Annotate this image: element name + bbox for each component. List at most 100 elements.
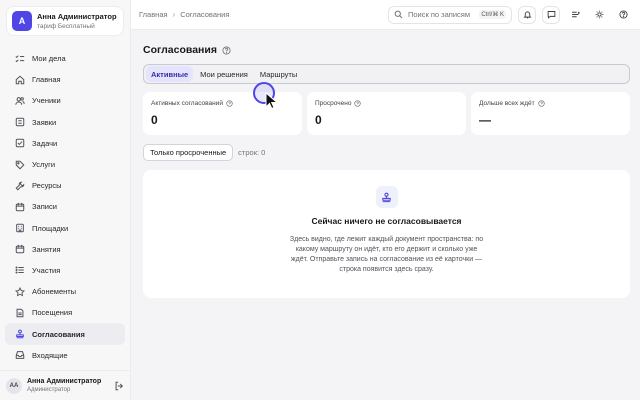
bell-icon	[522, 11, 532, 19]
sidebar-item-label: Занятия	[32, 244, 61, 254]
sidebar-item-label: Входящие	[32, 350, 68, 360]
stat-label: Просрочено	[315, 100, 352, 107]
sidebar-item-resources[interactable]: Ресурсы	[5, 175, 125, 196]
tab-routes[interactable]: Маршруты	[255, 66, 302, 82]
page-title: Согласования	[143, 44, 217, 56]
help-button[interactable]	[614, 5, 632, 24]
filter-row: Только просроченные строк: 0	[143, 144, 630, 161]
list-icon	[15, 265, 25, 275]
search-placeholder: Поиск по записям	[408, 10, 471, 19]
sidebar-item-label: Площадки	[32, 223, 69, 233]
list-icon	[15, 117, 25, 127]
tool-icon	[15, 181, 25, 191]
sidebar-item-label: Записи	[32, 202, 57, 212]
sidebar-item-label: Абонементы	[32, 287, 77, 297]
org-name: Анна Администратор	[37, 12, 117, 21]
stat-label: Активных согласований	[151, 100, 223, 107]
user-role: Администратор	[27, 387, 71, 393]
approvals-content: Согласования Активные Мои решения Маршру…	[131, 30, 640, 298]
stamp-icon	[375, 186, 398, 208]
stat-value: —	[479, 113, 491, 127]
logout-icon[interactable]	[114, 381, 124, 391]
tab-active[interactable]: Активные	[146, 66, 194, 82]
user-name: Анна Администратор	[27, 378, 102, 385]
topbar: Главная › Согласования Поиск по записям …	[131, 0, 640, 30]
breadcrumb-home[interactable]: Главная	[139, 10, 168, 19]
tag-icon	[15, 160, 25, 170]
empty-state: Сейчас ничего не согласовывается Здесь в…	[143, 170, 630, 298]
sidebar-item-tasks[interactable]: Задачи	[5, 133, 125, 154]
sidebar-item-requests[interactable]: Заявки	[5, 112, 125, 133]
app-window: А Анна Администратор тариф Бесплатный Мо…	[0, 0, 640, 400]
sidebar-item-subscriptions[interactable]: Абонементы	[5, 281, 125, 302]
org-avatar: А	[12, 11, 32, 31]
menu-button[interactable]	[566, 5, 584, 24]
sidebar: А Анна Администратор тариф Бесплатный Мо…	[0, 0, 131, 400]
chevron-right-icon: ›	[172, 10, 176, 19]
tabs: Активные Мои решения Маршруты	[143, 64, 630, 84]
users-icon	[15, 96, 25, 106]
stat-card-overdue: Просрочено 0	[307, 92, 466, 135]
empty-state-title: Сейчас ничего не согласовывается	[311, 216, 462, 226]
search-input[interactable]: Поиск по записям Ctrl/⌘ K	[388, 5, 512, 24]
breadcrumb: Главная › Согласования	[139, 10, 229, 19]
sidebar-item-label: Посещения	[32, 308, 73, 318]
sidebar-item-services[interactable]: Услуги	[5, 154, 125, 175]
sidebar-item-inbox[interactable]: Входящие	[5, 345, 125, 366]
sidebar-item-label: Участия	[32, 265, 61, 275]
notifications-button[interactable]	[518, 5, 536, 24]
sidebar-item-my-tasks[interactable]: Мои дела	[5, 48, 125, 69]
stat-card-active: Активных согласований 0	[143, 92, 302, 135]
star-icon	[15, 286, 25, 297]
empty-state-text: Здесь видно, где лежит каждый документ п…	[289, 236, 484, 273]
sidebar-item-label: Задачи	[32, 138, 58, 148]
help-icon	[618, 10, 628, 19]
home-icon	[15, 75, 25, 85]
sun-icon	[595, 10, 603, 19]
org-switcher[interactable]: А Анна Администратор тариф Бесплатный	[6, 6, 124, 36]
sidebar-item-label: Согласования	[32, 329, 85, 339]
stat-value: 0	[315, 113, 322, 127]
stat-label: Дольше всех ждёт	[479, 100, 535, 107]
search-icon	[394, 10, 403, 19]
inbox-icon	[15, 350, 25, 360]
help-icon[interactable]	[222, 45, 231, 55]
document-icon	[15, 308, 25, 318]
sidebar-item-home[interactable]: Главная	[5, 69, 125, 90]
sidebar-nav: Мои дела Главная Ученики Заявки Задачи У…	[0, 48, 130, 366]
sidebar-item-venues[interactable]: Площадки	[5, 218, 125, 239]
checklist-icon	[15, 54, 25, 64]
sidebar-item-label: Ученики	[32, 96, 61, 106]
stamp-icon	[15, 329, 25, 339]
menu-icon	[571, 11, 580, 18]
sidebar-item-visits[interactable]: Посещения	[5, 302, 125, 323]
sidebar-item-label: Услуги	[32, 160, 56, 170]
main-area: Главная › Согласования Поиск по записям …	[131, 0, 640, 400]
sidebar-item-records[interactable]: Записи	[5, 196, 125, 217]
sidebar-item-lessons[interactable]: Занятия	[5, 239, 125, 260]
help-icon[interactable]	[226, 100, 233, 107]
theme-toggle-button[interactable]	[590, 5, 608, 24]
user-profile[interactable]: АА Анна Администратор Администратор	[0, 370, 130, 400]
avatar: АА	[6, 377, 22, 394]
search-shortcut: Ctrl/⌘ K	[479, 10, 506, 19]
tab-my-decisions[interactable]: Мои решения	[195, 66, 253, 82]
calendar-icon	[15, 202, 25, 212]
stat-card-longest-wait: Дольше всех ждёт —	[471, 92, 630, 135]
sidebar-item-label: Заявки	[32, 117, 57, 127]
stats-row: Активных согласований 0 Просрочено 0 Дол…	[143, 92, 630, 135]
calendar-icon	[15, 244, 25, 254]
stat-value: 0	[151, 113, 158, 127]
only-overdue-button[interactable]: Только просроченные	[143, 144, 234, 161]
help-icon[interactable]	[538, 100, 545, 107]
org-plan: тариф Бесплатный	[37, 23, 95, 30]
help-icon[interactable]	[354, 100, 362, 107]
sidebar-item-students[interactable]: Ученики	[5, 90, 125, 111]
building-icon	[15, 223, 25, 233]
sidebar-item-label: Главная	[32, 75, 61, 85]
sidebar-item-participations[interactable]: Участия	[5, 260, 125, 281]
sidebar-item-approvals[interactable]: Согласования	[5, 323, 125, 345]
chat-icon	[547, 11, 555, 19]
breadcrumb-current: Согласования	[180, 10, 230, 19]
messages-button[interactable]	[542, 5, 560, 24]
